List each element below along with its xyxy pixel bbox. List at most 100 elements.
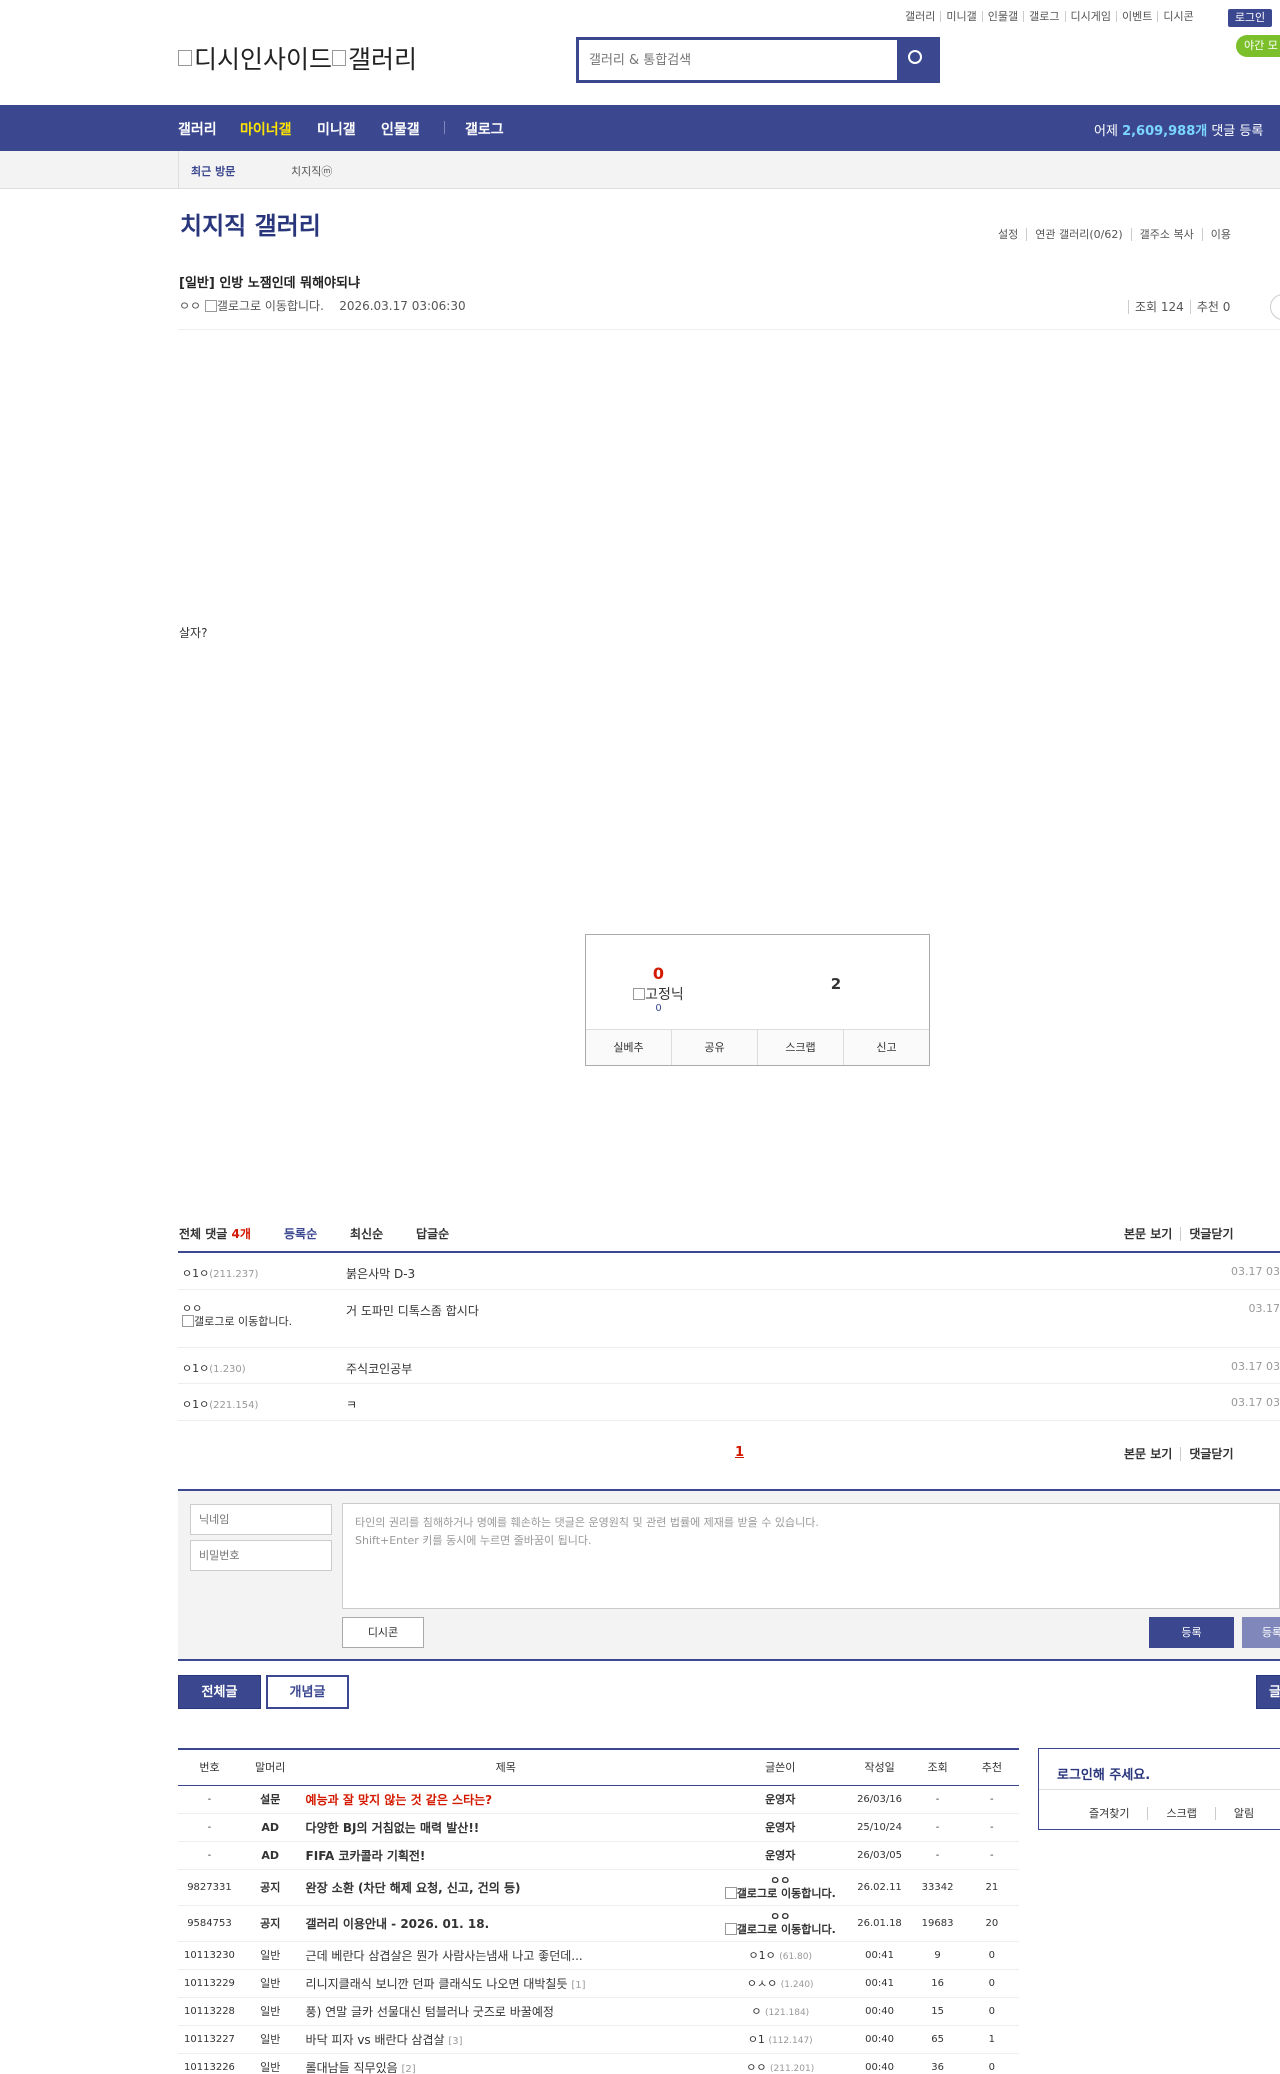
submit-comment-button[interactable]: 등록: [1149, 1617, 1234, 1648]
row-date: 00:40: [848, 2025, 911, 2054]
login-button[interactable]: 로그인: [1228, 9, 1272, 27]
favorites-link[interactable]: 즐겨찾기: [1089, 1807, 1147, 1820]
submit-comment-secondary-button[interactable]: 등록: [1242, 1617, 1280, 1648]
recommend-up-count[interactable]: 0: [586, 964, 731, 983]
util-dccon-link[interactable]: 디시콘: [1157, 11, 1198, 22]
comment-date: 03.17: [1248, 1302, 1280, 1315]
row-writer[interactable]: ㅇ (121.184): [711, 1997, 849, 2026]
row-title[interactable]: 롤대남들 직무있음 [2]: [299, 2053, 712, 2074]
write-post-button[interactable]: 글: [1256, 1675, 1280, 1709]
recommend-down-count[interactable]: 2: [786, 975, 886, 993]
row-recommend: 0: [964, 1941, 1019, 1970]
row-title[interactable]: 예능과 잘 맞지 않는 것 같은 스타는?: [299, 1785, 712, 1814]
comment-nick[interactable]: ㅇ1ㅇ(1.230): [182, 1360, 246, 1376]
comment-textarea[interactable]: 타인의 권리를 침해하거나 명예를 훼손하는 댓글은 운영원칙 및 관련 법률에…: [342, 1503, 1280, 1609]
scrap-link[interactable]: 스크랩: [1147, 1807, 1215, 1820]
comment-nick[interactable]: ㅇ1ㅇ(221.154): [182, 1396, 258, 1412]
nav-person-gallery[interactable]: 인물갤: [381, 119, 420, 139]
close-comments-link[interactable]: 댓글닫기: [1180, 1447, 1242, 1461]
recommend-box: 0 고정닉 0 2 실베추 공유 스크랩 신고: [585, 934, 930, 1066]
post-author-gallog-alt[interactable]: 갤로그로 이동합니다.: [217, 299, 324, 313]
share-button[interactable]: 공유: [671, 1030, 757, 1065]
util-event-link[interactable]: 이벤트: [1115, 11, 1157, 22]
row-title[interactable]: 완장 소환 (차단 해제 요청, 신고, 건의 등): [299, 1869, 712, 1906]
nickname-input[interactable]: [190, 1504, 332, 1535]
broken-image-icon: [724, 1887, 737, 1899]
nav-gallery[interactable]: 갤러리: [178, 119, 217, 139]
comment-date: 03.17 03: [1231, 1396, 1280, 1409]
site-logo[interactable]: 디시인사이드 갤러리: [178, 40, 417, 76]
row-writer[interactable]: ㅇㅇ 갤로그로 이동합니다.: [711, 1869, 849, 1906]
more-options-icon[interactable]: [1270, 294, 1280, 320]
nav-minor-gallery[interactable]: 마이너갤: [240, 119, 292, 139]
notification-link[interactable]: 알림: [1214, 1807, 1273, 1820]
row-writer[interactable]: ㅇ1ㅇ (61.80): [711, 1941, 849, 1970]
dccon-button[interactable]: 디시콘: [342, 1617, 424, 1648]
util-persongall-link[interactable]: 인물갤: [981, 11, 1023, 22]
comment-row: ㅇ1ㅇ(221.154) ㅋ 03.17 03: [178, 1384, 1280, 1421]
night-mode-toggle[interactable]: 야간 모: [1236, 35, 1280, 57]
comment-nick[interactable]: ㅇㅇ 갤로그로 이동합니다.: [182, 1302, 312, 1328]
report-button[interactable]: 신고: [843, 1030, 929, 1065]
post-title: [일반] 인방 노잼인데 뭐해야되냐: [179, 276, 360, 291]
sort-by-latest[interactable]: 최신순: [350, 1225, 383, 1242]
search-input[interactable]: [579, 40, 897, 80]
comment-nick[interactable]: ㅇ1ㅇ(211.237): [182, 1265, 258, 1281]
row-title[interactable]: 풍) 연말 글카 선물대신 텀블러나 굿즈로 바꿀예정: [299, 1997, 712, 2026]
row-title[interactable]: 바닥 피자 vs 배란다 삼겹살 [3]: [299, 2025, 712, 2054]
row-writer[interactable]: ㅇㅅㅇ (1.240): [711, 1969, 849, 1998]
login-box-title[interactable]: 로그인해 주세요.: [1057, 1764, 1150, 1783]
row-writer[interactable]: 운영자: [711, 1785, 849, 1814]
util-minigall-link[interactable]: 미니갤: [940, 11, 981, 22]
search-button[interactable]: [897, 40, 937, 80]
row-views: 15: [910, 1997, 965, 2026]
util-gallog-link[interactable]: 갤로그: [1023, 11, 1064, 22]
view-post-link[interactable]: 본문 보기: [1124, 1227, 1180, 1241]
sort-by-register[interactable]: 등록순: [284, 1225, 317, 1242]
gallery-title[interactable]: 치지직 갤러리: [180, 206, 321, 241]
usage-link[interactable]: 이용: [1201, 228, 1239, 241]
row-title[interactable]: 리니지클래식 보니깐 던파 클래식도 나오면 대박칠듯 [1]: [299, 1969, 712, 1998]
row-head: 일반: [240, 2025, 300, 2054]
tab-concept-posts[interactable]: 개념글: [266, 1675, 349, 1709]
real-best-button[interactable]: 실베추: [586, 1030, 671, 1065]
copy-gallery-url-link[interactable]: 갤주소 복사: [1130, 228, 1202, 241]
main-nav: 갤러리 마이너갤 미니갤 인물갤 갤로그 어제 2,609,988개 댓글 등록: [0, 105, 1280, 151]
row-writer[interactable]: 운영자: [711, 1813, 849, 1842]
recent-visit-item[interactable]: 치지직ⓜ: [291, 163, 332, 179]
recent-visit-bar: 최근 방문 치지직ⓜ: [0, 151, 1280, 189]
sort-by-replies[interactable]: 답글순: [416, 1225, 449, 1242]
post-author[interactable]: ㅇㅇ: [179, 299, 201, 313]
related-gallery-link[interactable]: 연관 갤러리(0/62): [1026, 228, 1131, 241]
tab-all-posts[interactable]: 전체글: [178, 1675, 261, 1709]
row-date: 26/03/16: [848, 1785, 911, 1814]
close-comments-link[interactable]: 댓글닫기: [1180, 1227, 1242, 1241]
broken-image-icon: [724, 1923, 737, 1935]
password-input[interactable]: [190, 1540, 332, 1571]
row-title[interactable]: 갤러리 이용안내 - 2026. 01. 18.: [299, 1905, 712, 1942]
row-views: 65: [910, 2025, 965, 2054]
row-title[interactable]: 다양한 BJ의 거침없는 매력 발산!!: [299, 1813, 712, 1842]
util-gallery-link[interactable]: 갤러리: [900, 11, 940, 22]
gallery-settings-link[interactable]: 설정: [990, 228, 1026, 241]
row-head: AD: [240, 1813, 300, 1842]
row-writer[interactable]: 운영자: [711, 1841, 849, 1870]
recent-visit-title[interactable]: 최근 방문: [191, 163, 235, 179]
nav-gallog[interactable]: 갤로그: [465, 119, 504, 139]
comment-footer-links: 본문 보기 댓글닫기: [1124, 1445, 1242, 1462]
row-writer[interactable]: ㅇ1 (112.147): [711, 2025, 849, 2054]
row-views: -: [910, 1813, 965, 1842]
row-number: 9584753: [178, 1905, 241, 1942]
row-writer[interactable]: ㅇㅇ (211.201): [711, 2053, 849, 2074]
comment-notice-line-1: 타인의 권리를 침해하거나 명예를 훼손하는 댓글은 운영원칙 및 관련 법률에…: [355, 1516, 819, 1529]
row-title[interactable]: 근데 베란다 삼겹살은 뭔가 사람사는냄새 나고 좋던데...: [299, 1941, 712, 1970]
row-title[interactable]: FIFA 코카콜라 기획전!: [299, 1841, 712, 1870]
util-dcgame-link[interactable]: 디시게임: [1064, 11, 1116, 22]
row-writer[interactable]: ㅇㅇ 갤로그로 이동합니다.: [711, 1905, 849, 1942]
scrap-button[interactable]: 스크랩: [757, 1030, 843, 1065]
post-stats: 조회 124 추천 0: [1128, 298, 1237, 315]
view-post-link[interactable]: 본문 보기: [1124, 1447, 1180, 1461]
row-number: 10113227: [178, 2025, 241, 2054]
nav-mini-gallery[interactable]: 미니갤: [317, 119, 356, 139]
comment-page-number[interactable]: 1: [735, 1445, 744, 1460]
